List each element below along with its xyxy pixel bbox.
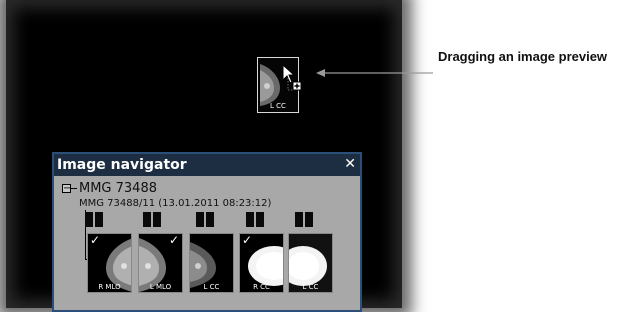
patient-node[interactable]: MMG 73488 xyxy=(79,181,157,196)
close-icon[interactable]: ✕ xyxy=(344,154,356,174)
annotation-text: Dragging an image preview xyxy=(438,49,608,64)
tree-collapse-icon[interactable]: − xyxy=(62,184,71,194)
layout-two-column-icon[interactable] xyxy=(246,212,264,227)
study-node[interactable]: MMG 73488/11 (13.01.2011 08:23:12) xyxy=(79,198,271,209)
thumbnail-label: L CC xyxy=(203,283,220,291)
layout-two-column-icon[interactable] xyxy=(143,212,161,227)
tree-connector xyxy=(71,188,77,189)
thumbnail-label: R CC xyxy=(253,283,270,291)
thumbnail-label: L CC xyxy=(302,283,319,291)
thumbnail-label: R MLO xyxy=(98,283,121,291)
thumbnail-label: L MLO xyxy=(149,283,172,291)
selected-checkmark-icon: ✓ xyxy=(168,233,179,247)
image-thumbnail[interactable]: ✓ L MLO xyxy=(138,233,183,293)
layout-two-column-icon[interactable] xyxy=(295,212,313,227)
layout-two-column-icon[interactable] xyxy=(85,212,103,227)
selected-checkmark-icon: ✓ xyxy=(90,233,101,247)
image-thumbnail[interactable]: ✓ R MLO xyxy=(87,233,132,293)
image-thumbnail[interactable]: ✓ R CC xyxy=(239,233,284,293)
selected-checkmark-icon: ✓ xyxy=(242,233,253,247)
panel-title: Image navigator xyxy=(57,157,187,173)
image-thumbnail[interactable]: L CC xyxy=(189,233,234,293)
layout-two-column-icon[interactable] xyxy=(196,212,214,227)
preview-label: L CC xyxy=(270,102,286,110)
image-thumbnail[interactable]: L CC xyxy=(288,233,333,293)
panel-title-bar[interactable]: Image navigator xyxy=(54,154,360,176)
annotation-arrow-icon xyxy=(316,69,433,77)
drag-cursor-icon xyxy=(282,64,302,91)
image-navigator-panel: Image navigator ✕ − MMG 73488 MMG 73488/… xyxy=(52,152,362,312)
